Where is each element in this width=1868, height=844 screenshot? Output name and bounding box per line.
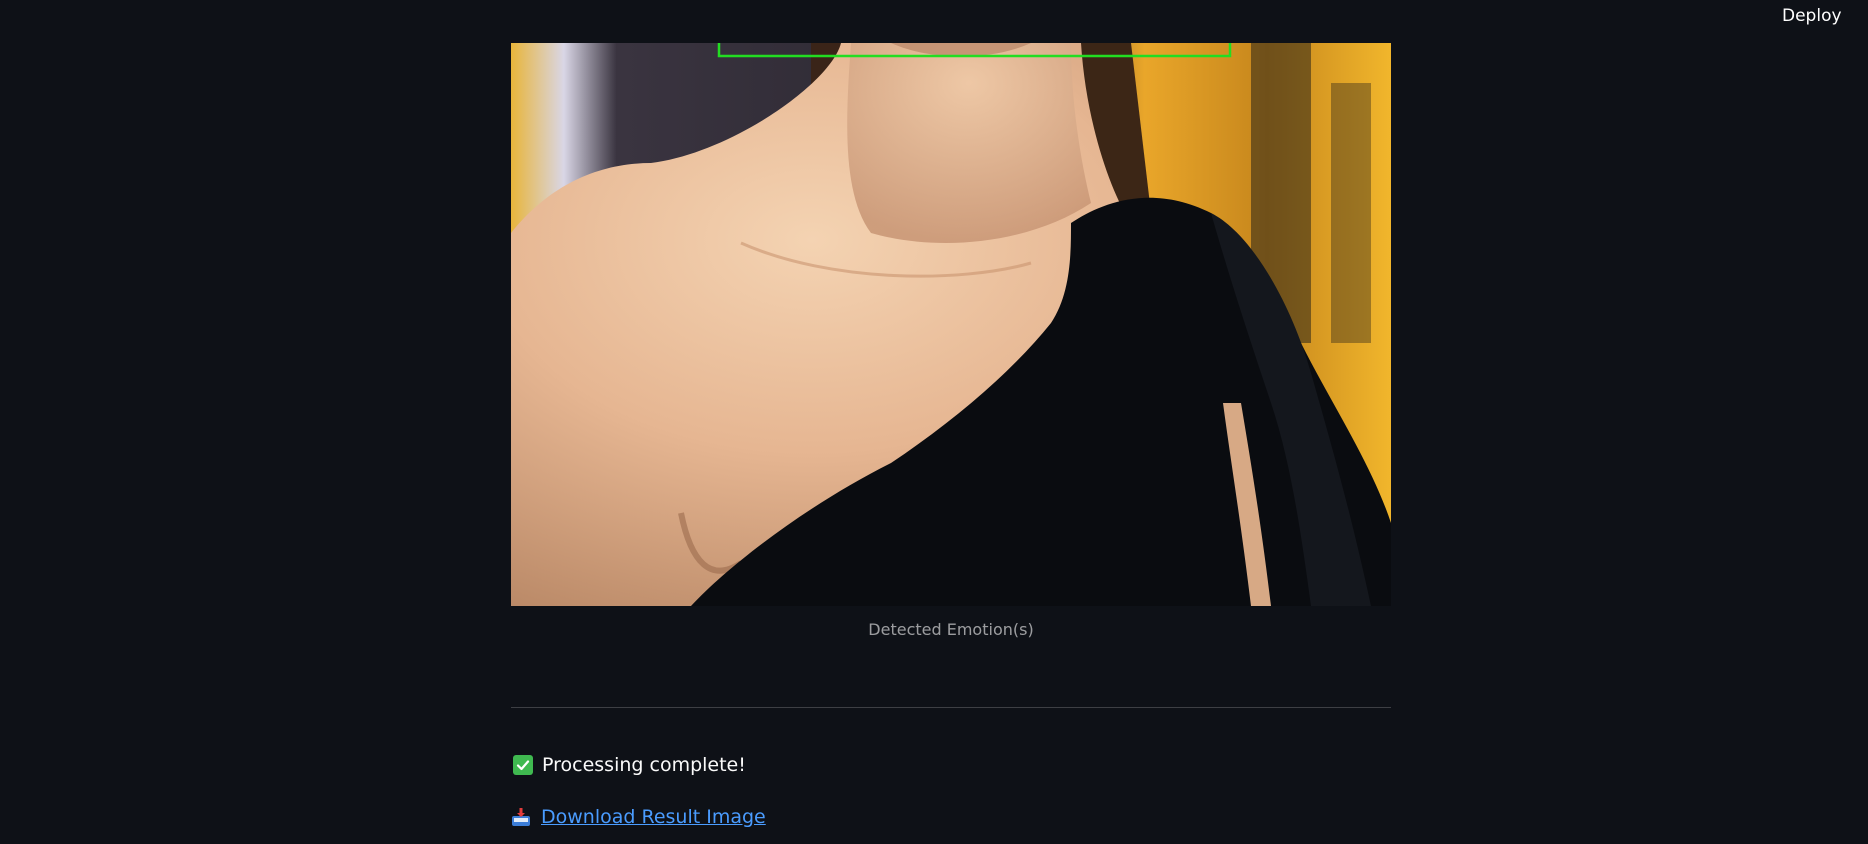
- image-caption: Detected Emotion(s): [868, 620, 1034, 639]
- check-icon: [513, 755, 533, 775]
- deploy-button[interactable]: Deploy: [1782, 4, 1868, 28]
- divider: [511, 707, 1391, 708]
- download-label[interactable]: Download Result Image: [541, 806, 766, 828]
- download-result-link[interactable]: Download Result Image: [511, 804, 766, 830]
- result-photo: [511, 43, 1391, 606]
- status-text: Processing complete!: [542, 754, 746, 776]
- inbox-tray-icon: [511, 807, 531, 827]
- status-message: Processing complete!: [513, 752, 746, 778]
- result-image: [511, 43, 1391, 606]
